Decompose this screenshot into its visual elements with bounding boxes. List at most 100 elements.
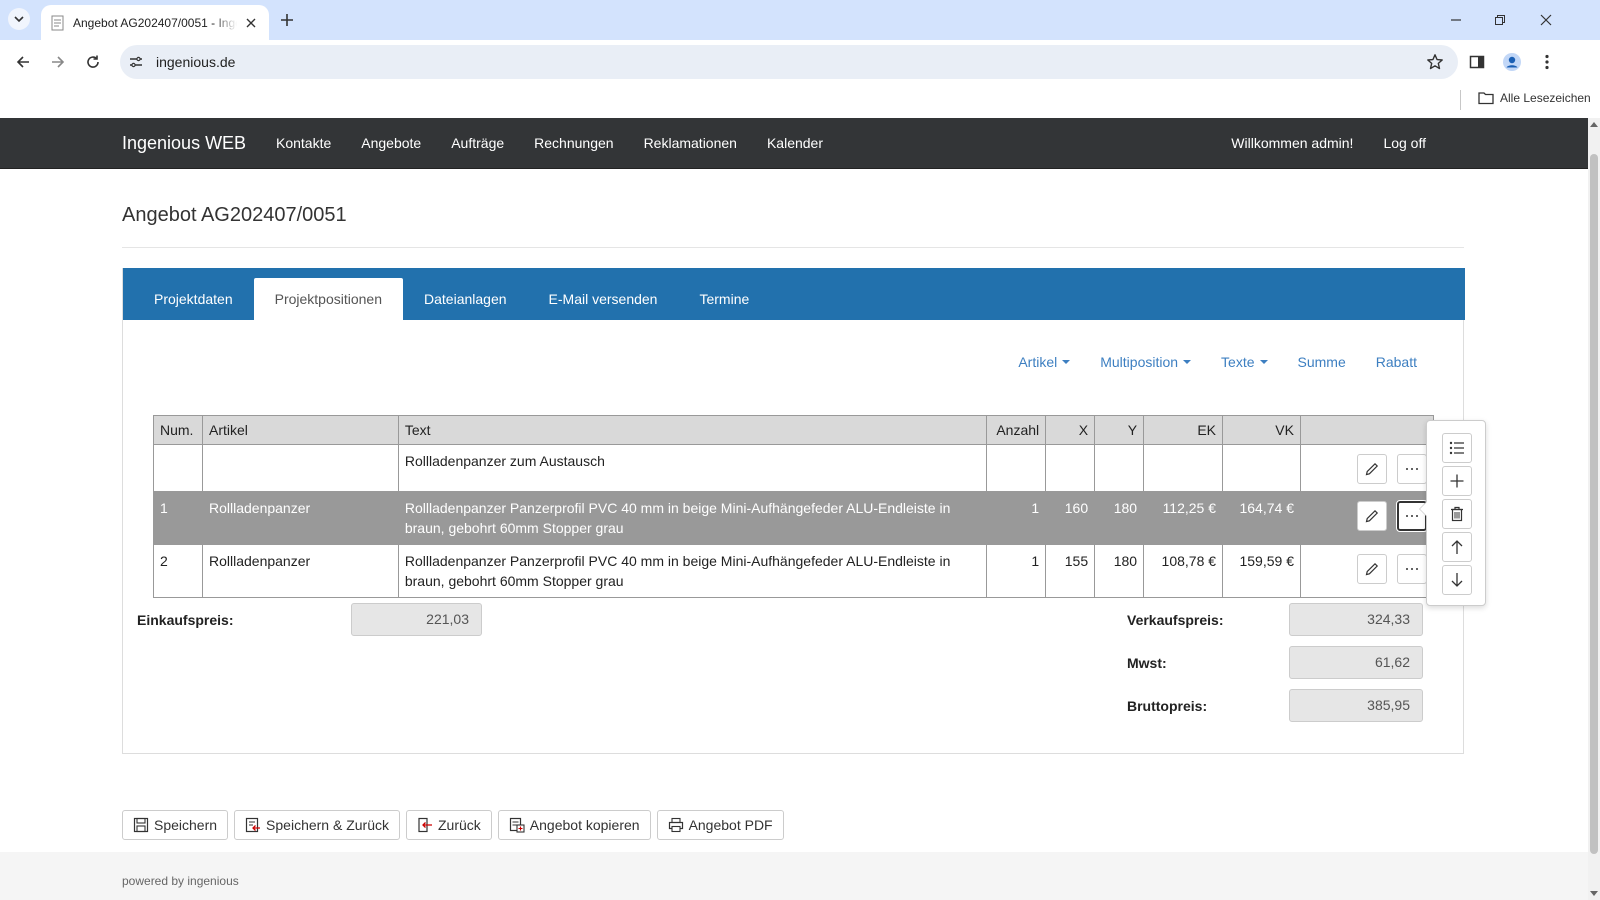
title-divider <box>122 247 1464 248</box>
page-title: Angebot AG202407/0051 <box>122 204 347 226</box>
edit-button[interactable] <box>1357 454 1387 484</box>
cell-ek: 112,25 € <box>1143 491 1224 545</box>
move-down-button[interactable] <box>1442 565 1472 595</box>
cell-vk: 159,59 € <box>1222 544 1301 598</box>
brand-link[interactable]: Ingenious WEB <box>122 133 246 154</box>
url-text[interactable]: ingenious.de <box>156 54 235 70</box>
position-actions: Artikel Multiposition Texte Summe Rabatt <box>988 354 1417 370</box>
einkaufspreis-field: 221,03 <box>351 603 482 636</box>
move-up-button[interactable] <box>1442 532 1472 562</box>
pencil-icon <box>1365 562 1379 576</box>
nav-link-kontakte[interactable]: Kontakte <box>276 135 331 151</box>
ellipsis-icon <box>1406 568 1418 570</box>
browser-menu-button[interactable] <box>1536 51 1558 73</box>
nav-link-auftraege[interactable]: Aufträge <box>451 135 504 151</box>
restore-icon <box>1495 15 1505 25</box>
scroll-up-arrow-icon[interactable] <box>1590 122 1598 127</box>
cell-text: Rollladenpanzer Panzerprofil PVC 40 mm i… <box>397 491 988 545</box>
restore-button[interactable] <box>1490 10 1510 30</box>
side-panel-icon <box>1469 55 1485 69</box>
column-header: Y <box>1094 415 1145 445</box>
all-bookmarks-button[interactable]: Alle Lesezeichen <box>1478 91 1591 105</box>
tab-projektdaten[interactable]: Projektdaten <box>133 278 254 320</box>
more-button[interactable] <box>1397 454 1427 484</box>
nav-link-rechnungen[interactable]: Rechnungen <box>534 135 613 151</box>
address-bar[interactable]: ingenious.de <box>120 45 1458 79</box>
page-scrollbar[interactable] <box>1588 118 1600 900</box>
back-label: Zurück <box>438 817 481 833</box>
tab-email-versenden[interactable]: E-Mail versenden <box>528 278 679 320</box>
copy-offer-button[interactable]: Angebot kopieren <box>497 810 651 840</box>
nav-link-reklamationen[interactable]: Reklamationen <box>644 135 737 151</box>
tab-dateianlagen[interactable]: Dateianlagen <box>403 278 528 320</box>
forward-button[interactable] <box>47 51 69 73</box>
side-panel-button[interactable] <box>1466 51 1488 73</box>
tab-projektpositionen[interactable]: Projektpositionen <box>253 278 404 320</box>
more-vertical-icon <box>1545 54 1549 70</box>
einkaufspreis-label: Einkaufspreis: <box>137 612 234 628</box>
rabatt-link[interactable]: Rabatt <box>1376 354 1417 370</box>
new-tab-button[interactable] <box>276 9 298 31</box>
ellipsis-icon <box>1406 468 1418 470</box>
save-button[interactable]: Speichern <box>122 810 229 840</box>
table-row[interactable]: 2 Rollladenpanzer Rollladenpanzer Panzer… <box>153 544 1435 598</box>
browser-tab-active[interactable]: Angebot AG202407/0051 - Ingenious WEB <box>41 5 269 40</box>
edit-button[interactable] <box>1357 554 1387 584</box>
window-close-button[interactable] <box>1536 10 1556 30</box>
list-icon <box>1449 441 1464 455</box>
add-position-button[interactable] <box>1442 466 1472 496</box>
column-header: EK <box>1143 415 1224 445</box>
scroll-thumb[interactable] <box>1590 154 1598 854</box>
multiposition-label: Multiposition <box>1100 354 1179 370</box>
caret-down-icon <box>1183 360 1192 364</box>
nav-link-kalender[interactable]: Kalender <box>767 135 823 151</box>
offer-pdf-button[interactable]: Angebot PDF <box>656 810 784 840</box>
copy-offer-label: Angebot kopieren <box>529 817 640 833</box>
offer-pdf-label: Angebot PDF <box>688 817 773 833</box>
arrow-up-icon <box>1451 540 1463 554</box>
delete-position-button[interactable] <box>1442 499 1472 529</box>
cell-y: 180 <box>1094 544 1145 598</box>
cell-artikel: Rollladenpanzer <box>201 544 399 598</box>
welcome-link[interactable]: Willkommen admin! <box>1231 135 1353 151</box>
arrow-down-icon <box>1451 573 1463 587</box>
cell-ek: 108,78 € <box>1143 544 1224 598</box>
bookmark-star-icon[interactable] <box>1426 53 1444 71</box>
table-row-selected[interactable]: 1 Rollladenpanzer Rollladenpanzer Panzer… <box>153 491 1435 545</box>
bruttopreis-label: Bruttopreis: <box>1127 698 1208 714</box>
cell-ek <box>1143 444 1224 492</box>
reload-icon <box>87 55 99 68</box>
tab-termine[interactable]: Termine <box>678 278 770 320</box>
logoff-link[interactable]: Log off <box>1383 135 1426 151</box>
cell-actions <box>1299 491 1435 545</box>
pencil-icon <box>1365 462 1379 476</box>
app-navbar: Ingenious WEB Kontakte Angebote Aufträge… <box>0 118 1588 169</box>
cell-text: Rollladenpanzer zum Austausch <box>397 444 988 492</box>
more-button[interactable] <box>1397 554 1427 584</box>
artikel-dropdown[interactable]: Artikel <box>1018 354 1071 370</box>
avatar-icon <box>1503 53 1521 71</box>
texte-dropdown[interactable]: Texte <box>1221 354 1268 370</box>
nav-link-angebote[interactable]: Angebote <box>361 135 421 151</box>
save-and-back-button[interactable]: Speichern & Zurück <box>234 810 400 840</box>
tab-search-button[interactable] <box>8 8 30 30</box>
edit-button[interactable] <box>1357 501 1387 531</box>
back-button[interactable] <box>12 51 34 73</box>
cell-x: 160 <box>1045 491 1096 545</box>
close-icon[interactable] <box>243 15 259 31</box>
folder-icon <box>1478 92 1494 105</box>
cell-y <box>1094 444 1145 492</box>
reload-button[interactable] <box>82 51 104 73</box>
summe-link[interactable]: Summe <box>1298 354 1346 370</box>
scroll-down-arrow-icon[interactable] <box>1590 891 1598 896</box>
column-header: X <box>1045 415 1096 445</box>
back-button-form[interactable]: Zurück <box>406 810 492 840</box>
profile-button[interactable] <box>1501 51 1523 73</box>
minimize-button[interactable] <box>1446 10 1466 30</box>
table-header-row: Num. Artikel Text Anzahl X Y EK VK <box>153 415 1435 445</box>
multiposition-dropdown[interactable]: Multiposition <box>1100 354 1192 370</box>
table-row[interactable]: Rollladenpanzer zum Austausch <box>153 444 1435 492</box>
list-button[interactable] <box>1442 433 1472 463</box>
site-info-icon[interactable] <box>128 54 144 70</box>
column-header: Text <box>397 415 988 445</box>
